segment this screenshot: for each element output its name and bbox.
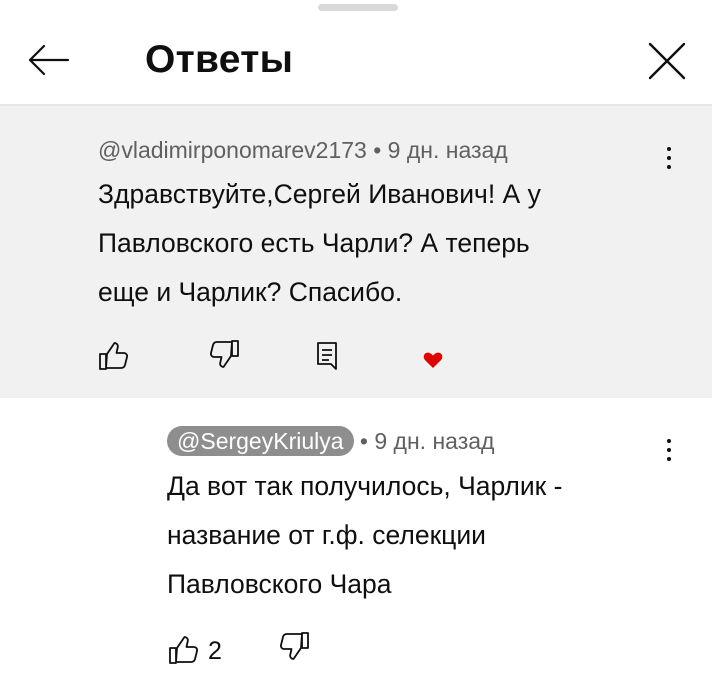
- back-arrow-icon: [28, 44, 70, 76]
- thumbs-up-icon: [169, 636, 198, 664]
- parent-comment: @vladimirponomarev2173 • 9 дн. назад Здр…: [0, 106, 712, 398]
- close-button[interactable]: [642, 36, 692, 86]
- parent-comment-author[interactable]: @vladimirponomarev2173: [98, 137, 367, 163]
- close-icon: [648, 42, 686, 80]
- parent-comment-menu-button[interactable]: [659, 142, 679, 178]
- reply-comment: @SergeyKriulya • 9 дн. назад Да вот так …: [0, 398, 712, 690]
- kebab-dot: [667, 439, 671, 443]
- parent-reply-button[interactable]: [310, 338, 346, 374]
- thumbs-down-icon: [280, 632, 309, 660]
- reply-comment-meta: @SergeyKriulya • 9 дн. назад: [167, 426, 494, 456]
- creator-heart-icon: [423, 350, 443, 370]
- reply-dislike-button[interactable]: [276, 628, 312, 664]
- parent-comment-meta: @vladimirponomarev2173 • 9 дн. назад: [98, 136, 508, 164]
- page-title: Ответы: [145, 38, 294, 81]
- meta-separator: •: [359, 428, 368, 454]
- kebab-dot: [667, 156, 671, 160]
- meta-separator: •: [373, 137, 382, 163]
- parent-comment-time: 9 дн. назад: [387, 137, 508, 163]
- reply-like-button[interactable]: [166, 632, 202, 668]
- kebab-dot: [667, 457, 671, 461]
- back-button[interactable]: [24, 40, 72, 80]
- reply-comment-icon: [317, 342, 337, 370]
- reply-like-count: 2: [208, 637, 222, 665]
- header: Ответы: [0, 0, 712, 104]
- thumbs-up-icon: [99, 342, 128, 370]
- kebab-dot: [667, 448, 671, 452]
- reply-comment-menu-button[interactable]: [659, 434, 679, 470]
- parent-like-button[interactable]: [96, 338, 132, 374]
- reply-comment-author-chip[interactable]: @SergeyKriulya: [167, 426, 354, 456]
- thumbs-down-icon: [210, 340, 239, 368]
- reply-comment-time: 9 дн. назад: [374, 428, 495, 454]
- kebab-dot: [667, 147, 671, 151]
- parent-dislike-button[interactable]: [206, 336, 242, 372]
- parent-comment-text: Здравствуйте,Сергей Иванович! А у Павлов…: [98, 179, 541, 307]
- kebab-dot: [667, 165, 671, 169]
- reply-comment-text: Да вот так получилось, Чарлик - название…: [167, 471, 563, 599]
